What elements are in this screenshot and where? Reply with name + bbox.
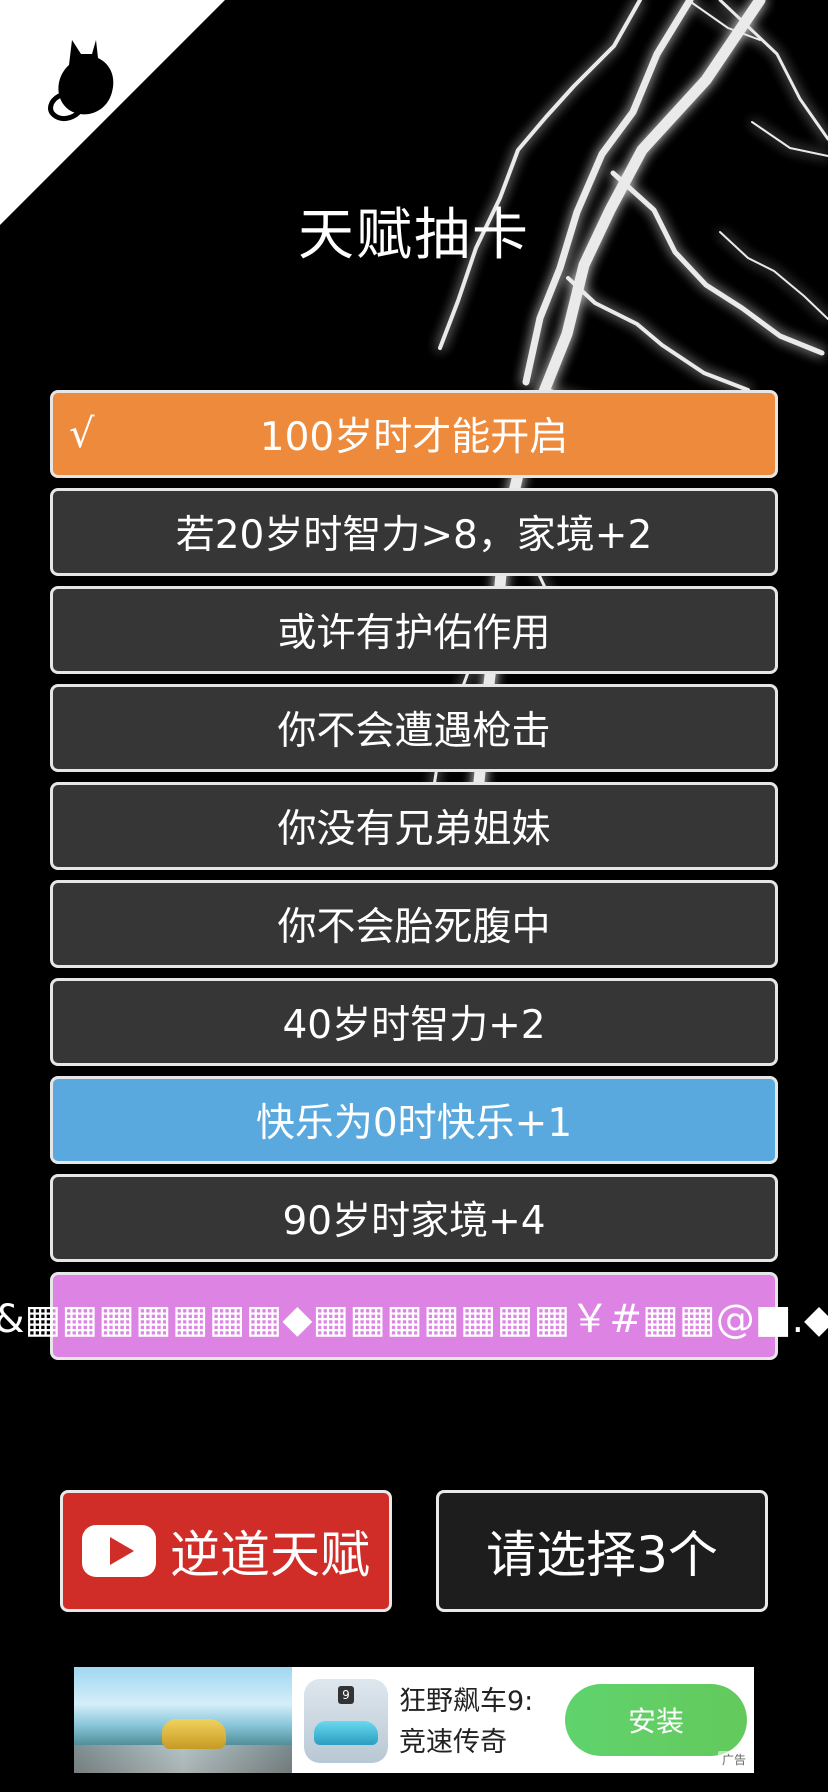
talent-label-9: 90岁时家境+4	[282, 1199, 546, 1244]
talent-card-7[interactable]: 40岁时智力+2	[50, 978, 778, 1066]
ad-text-block: 狂野飙车9: 竞速传奇	[399, 1681, 559, 1763]
select-three-button[interactable]: 请选择3个	[436, 1490, 768, 1612]
talent-label-1: 100岁时才能开启	[259, 415, 569, 460]
talent-label-5: 你没有兄弟姐妹	[277, 807, 551, 852]
talent-card-6[interactable]: 你不会胎死腹中	[50, 880, 778, 968]
talent-label-2: 若20岁时智力>8，家境+2	[175, 513, 653, 558]
ad-subheadline: 竞速传奇	[399, 1727, 507, 1758]
ad-app-icon: 9	[304, 1679, 388, 1763]
selected-check-icon: √	[69, 411, 95, 457]
reverse-talent-button[interactable]: 逆道天赋	[60, 1490, 392, 1612]
talent-label-8: 快乐为0时快乐+1	[255, 1101, 573, 1146]
ad-headline: 狂野飙车9:	[399, 1686, 534, 1717]
talent-card-1[interactable]: √ 100岁时才能开启	[50, 390, 778, 478]
ad-road-shape	[74, 1745, 292, 1773]
talent-label-4: 你不会遭遇枪击	[277, 709, 551, 754]
talent-card-3[interactable]: 或许有护佑作用	[50, 586, 778, 674]
ad-app-icon-car	[314, 1721, 378, 1745]
install-button[interactable]: 安装	[565, 1684, 747, 1756]
talent-label-7: 40岁时智力+2	[282, 1003, 546, 1048]
talent-label-6: 你不会胎死腹中	[277, 905, 551, 950]
talent-card-9[interactable]: 90岁时家境+4	[50, 1174, 778, 1262]
talent-card-2[interactable]: 若20岁时智力>8，家境+2	[50, 488, 778, 576]
ad-banner[interactable]: 9 狂野飙车9: 竞速传奇 安装 广告	[74, 1667, 754, 1773]
ad-app-icon-number: 9	[338, 1686, 354, 1704]
play-triangle	[109, 1537, 134, 1565]
page-title: 天赋抽卡	[298, 203, 530, 268]
select-three-label: 请选择3个	[486, 1526, 718, 1584]
talent-card-8[interactable]: 快乐为0时快乐+1	[50, 1076, 778, 1164]
talent-label-3: 或许有护佑作用	[277, 611, 551, 656]
ad-game-image	[74, 1667, 292, 1773]
bottom-actions: 逆道天赋 请选择3个	[0, 1490, 828, 1614]
ad-tag: 广告	[717, 1751, 750, 1769]
ad-car-shape	[162, 1719, 226, 1749]
talent-card-10[interactable]: &▦▦▦▦▦▦▦◆▦▦▦▦▦▦▦￥#▦▦@■.◆	[0, 1272, 828, 1360]
reverse-talent-label: 逆道天赋	[170, 1526, 370, 1584]
play-icon	[82, 1525, 156, 1577]
talent-list: √ 100岁时才能开启 若20岁时智力>8，家境+2 或许有护佑作用 你不会遭遇…	[0, 390, 828, 1370]
talent-card-5[interactable]: 你没有兄弟姐妹	[50, 782, 778, 870]
talent-label-10: &▦▦▦▦▦▦▦◆▦▦▦▦▦▦▦￥#▦▦@■.◆	[0, 1297, 828, 1342]
talent-card-4[interactable]: 你不会遭遇枪击	[50, 684, 778, 772]
